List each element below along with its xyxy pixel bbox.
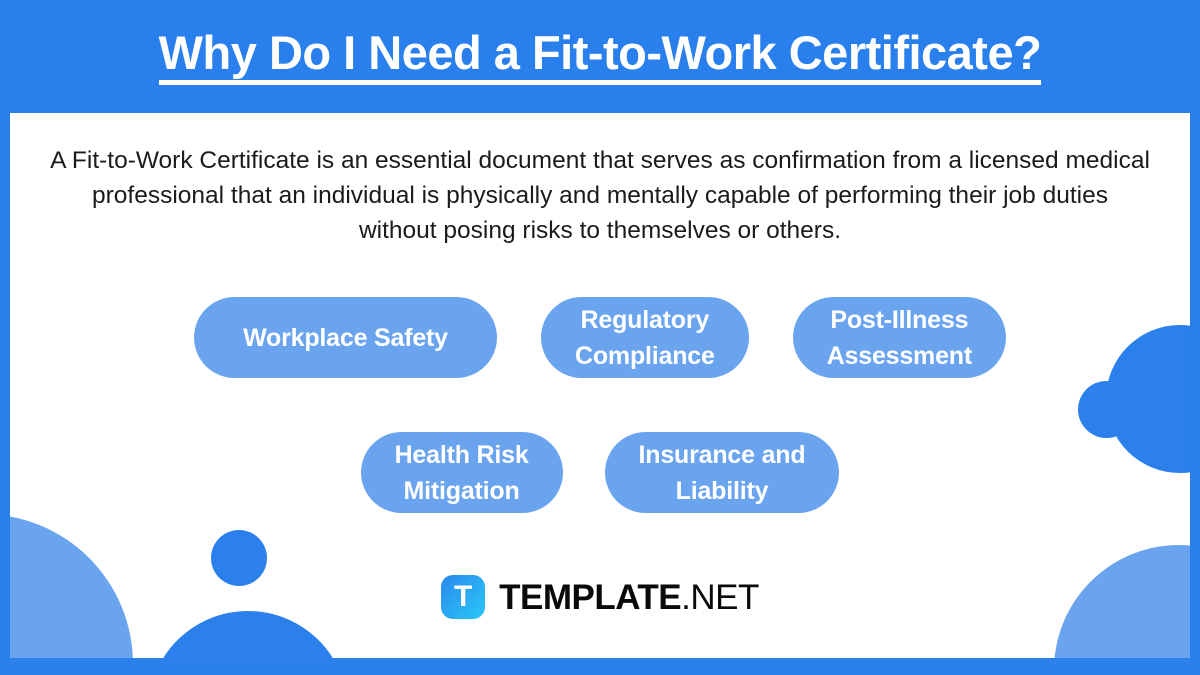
pill-row-secondary: Health Risk Mitigation Insurance and Lia… [10,432,1190,513]
bottom-divider [10,658,1190,664]
page-title-wrapper: Why Do I Need a Fit-to-Work Certificate? [158,25,1042,86]
decor-circle-right-small [1078,381,1135,438]
brand-wordmark: TEMPLATE.NET [499,580,759,615]
template-net-logo-icon: T [441,575,486,619]
pill-row-primary: Workplace Safety Regulatory Compliance P… [10,297,1190,378]
intro-paragraph: A Fit-to-Work Certificate is an essentia… [50,147,1150,244]
pill-regulatory-compliance[interactable]: Regulatory Compliance [540,297,749,378]
header-band: Why Do I Need a Fit-to-Work Certificate? [0,0,1200,113]
brand-logo[interactable]: T TEMPLATE.NET [10,575,1190,619]
poster: Why Do I Need a Fit-to-Work Certificate?… [0,0,1200,675]
content-panel: A Fit-to-Work Certificate is an essentia… [10,113,1190,664]
brand-name-suffix: .NET [681,577,759,617]
brand-name-bold: TEMPLATE [499,577,682,617]
pill-health-risk-mitigation[interactable]: Health Risk Mitigation [360,432,563,513]
logo-mark-letter: T [453,580,473,613]
title-underline [158,80,1042,86]
page-title: Why Do I Need a Fit-to-Work Certificate? [158,25,1042,79]
pill-post-illness-assessment[interactable]: Post-Illness Assessment [792,297,1006,378]
pill-workplace-safety[interactable]: Workplace Safety [193,297,497,378]
pill-insurance-and-liability[interactable]: Insurance and Liability [604,432,840,513]
